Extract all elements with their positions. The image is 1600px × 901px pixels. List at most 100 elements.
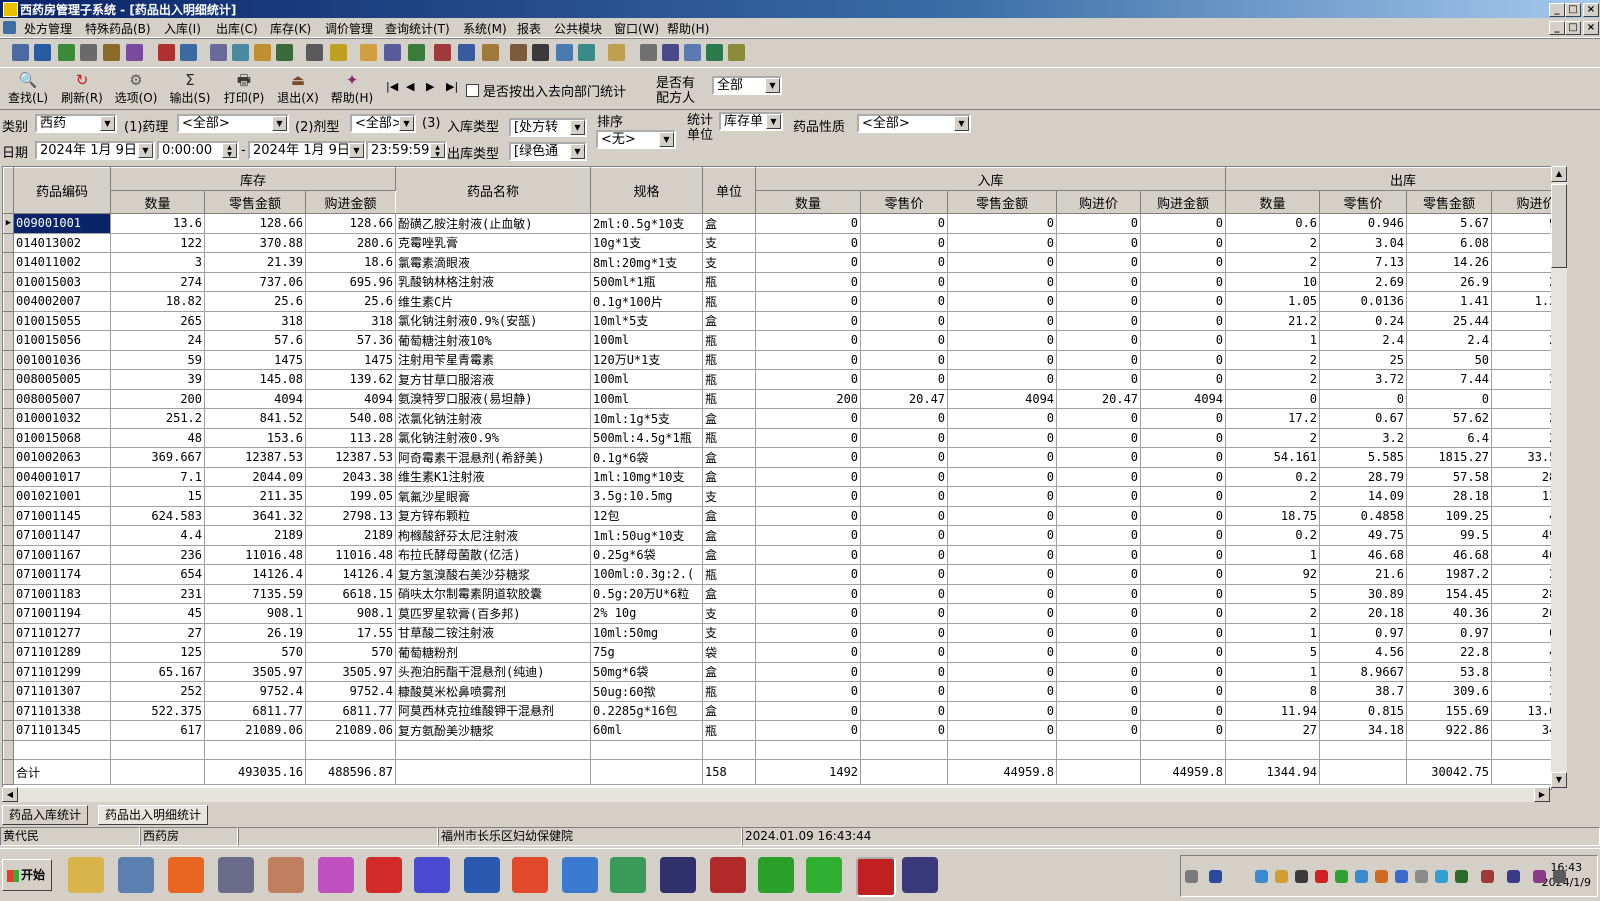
cell-spec[interactable]: 50ug:60揿	[590, 681, 704, 702]
cell-in-retail-amt[interactable]: 0	[947, 213, 1058, 234]
cell-stock-purchase-amt[interactable]: 139.62	[304, 369, 397, 390]
cell-out-retail-price[interactable]: 4.56	[1319, 642, 1408, 663]
flower-app-icon[interactable]	[318, 857, 354, 893]
cell-drug-code[interactable]: 071101277	[13, 622, 111, 643]
col-in-qty[interactable]: 数量	[755, 190, 862, 214]
row-indicator[interactable]	[3, 252, 14, 273]
cell-out-qty[interactable]: 54.161	[1225, 447, 1321, 468]
cell-out-qty[interactable]: 0.2	[1225, 466, 1321, 487]
cell-stock-qty[interactable]: 231	[110, 583, 205, 604]
table-row[interactable]: 071101277 27 26.19 17.55 甘草酸二铵注射液 10ml:50mg 支 0…	[3, 622, 1551, 643]
cell-stock-qty[interactable]: 27	[110, 622, 205, 643]
cell-out-qty[interactable]: 0.6	[1225, 213, 1321, 234]
cell-stock-retail-amt[interactable]: 3641.32	[204, 505, 306, 526]
refresh-button[interactable]: ↻ 刷新(R)	[56, 72, 108, 106]
cell-in-qty[interactable]: 0	[755, 505, 862, 526]
cell-in-purchase-amt[interactable]	[1140, 739, 1227, 760]
horizontal-scrollbar[interactable]: ◀ ▶	[2, 787, 1550, 802]
col-stock-purchase-amt[interactable]: 购进金额	[304, 190, 397, 214]
tray-icon[interactable]	[1355, 870, 1368, 883]
cell-drug-code[interactable]: 071001194	[13, 603, 111, 624]
table-row[interactable]: 071101338 522.375 6811.77 6811.77 阿莫西林克拉维酸钾干…	[3, 700, 1551, 721]
cell-unit[interactable]	[702, 739, 757, 760]
cell-in-retail-amt[interactable]	[947, 739, 1058, 760]
cell-drug-name[interactable]	[395, 759, 592, 785]
cell-stock-retail-amt[interactable]: 2189	[204, 525, 306, 546]
cell-stock-qty[interactable]: 4.4	[110, 525, 205, 546]
cell-in-purchase-price[interactable]: 0	[1056, 661, 1142, 682]
avatar-app-icon[interactable]	[268, 857, 304, 893]
cell-in-qty[interactable]: 0	[755, 427, 862, 448]
cell-stock-purchase-amt[interactable]: 6618.15	[304, 583, 397, 604]
cell-drug-name[interactable]: 氯霉素滴眼液	[395, 252, 592, 273]
cell-in-retail-price[interactable]: 0	[860, 213, 949, 234]
toolbar-tool-icon[interactable]	[384, 44, 401, 61]
cell-in-retail-price[interactable]: 0	[860, 330, 949, 351]
cell-in-retail-price[interactable]: 0	[860, 603, 949, 624]
explorer-folder-icon[interactable]	[68, 857, 104, 893]
cell-drug-name[interactable]: 阿奇霉素干混悬剂(希舒美)	[395, 447, 592, 468]
table-row[interactable]: 071101299 65.167 3505.97 3505.97 头孢泊肟酯干混悬剂(纯…	[3, 661, 1551, 682]
cell-drug-code[interactable]: 010015003	[13, 271, 111, 292]
drug-detail-grid[interactable]: 药品编码 库存 药品名称 规格 单位 入库 出库 数量 零售金额 购进金额 数量…	[2, 166, 1552, 790]
cell-in-qty[interactable]: 1492	[755, 759, 862, 785]
cell-stock-purchase-amt[interactable]: 318	[304, 310, 397, 331]
cell-out-purchase-price[interactable]: 6.2	[1491, 252, 1551, 273]
menu-stock-in[interactable]: 入库(I)	[164, 20, 201, 37]
property-select[interactable]: <全部> ▼	[857, 114, 971, 133]
cell-in-retail-price[interactable]: 0	[860, 310, 949, 331]
cell-in-purchase-price[interactable]: 0	[1056, 349, 1142, 370]
printer-button[interactable]: 🖶 打印(P)	[218, 72, 270, 106]
mdi-restore-button[interactable]: □	[1565, 21, 1581, 35]
col-spec[interactable]: 规格	[590, 167, 704, 214]
cell-out-retail-amt[interactable]: 1.41	[1406, 291, 1493, 312]
cell-drug-name[interactable]: 浓氯化钠注射液	[395, 408, 592, 429]
cell-out-purchase-price[interactable]: 0	[1491, 388, 1551, 409]
cell-stock-retail-amt[interactable]: 737.06	[204, 271, 306, 292]
cell-stock-retail-amt[interactable]: 153.6	[204, 427, 306, 448]
crystal-app-icon[interactable]	[414, 857, 450, 893]
scroll-down-icon[interactable]: ▼	[1551, 772, 1567, 788]
cell-out-retail-amt[interactable]: 309.6	[1406, 681, 1493, 702]
cell-out-retail-amt[interactable]: 155.69	[1406, 700, 1493, 721]
cell-out-qty[interactable]: 0	[1225, 388, 1321, 409]
cell-drug-code[interactable]	[13, 739, 111, 760]
vertical-scrollbar[interactable]: ▲ ▼	[1551, 166, 1567, 788]
cell-stock-qty[interactable]: 65.167	[110, 661, 205, 682]
toolbar-tool-icon[interactable]	[34, 44, 51, 61]
cell-out-retail-price[interactable]	[1319, 739, 1408, 760]
cell-in-purchase-amt[interactable]: 0	[1140, 564, 1227, 585]
cell-spec[interactable]: 1ml:10mg*10支	[590, 466, 704, 487]
cell-stock-purchase-amt[interactable]: 695.96	[304, 271, 397, 292]
cell-stock-retail-amt[interactable]: 21.39	[204, 252, 306, 273]
cell-spec[interactable]: 50mg*6袋	[590, 661, 704, 682]
clock[interactable]: 16:43 2024/1/9	[1542, 860, 1591, 890]
scroll-right-icon[interactable]: ▶	[1534, 787, 1550, 802]
cell-spec[interactable]: 0.5g:20万U*6粒	[590, 583, 704, 604]
cell-spec[interactable]: 100ml	[590, 388, 704, 409]
cell-out-qty[interactable]: 17.2	[1225, 408, 1321, 429]
cell-in-purchase-amt[interactable]: 0	[1140, 720, 1227, 741]
cell-out-qty[interactable]: 2	[1225, 252, 1321, 273]
cell-in-purchase-price[interactable]: 0	[1056, 505, 1142, 526]
cell-out-purchase-price[interactable]: 28.65	[1491, 583, 1551, 604]
cell-unit[interactable]: 支	[702, 252, 757, 273]
cell-stock-purchase-amt[interactable]: 570	[304, 642, 397, 663]
cell-out-retail-amt[interactable]: 57.58	[1406, 466, 1493, 487]
cell-out-purchase-price[interactable]: 34.18	[1491, 720, 1551, 741]
cell-stock-qty[interactable]: 13.6	[110, 213, 205, 234]
cell-spec[interactable]: 10ml:1g*5支	[590, 408, 704, 429]
cell-unit[interactable]: 盒	[702, 583, 757, 604]
row-indicator[interactable]	[3, 408, 14, 429]
row-indicator[interactable]	[3, 564, 14, 585]
cell-in-retail-amt[interactable]: 0	[947, 505, 1058, 526]
cell-out-retail-price[interactable]: 0	[1319, 388, 1408, 409]
cell-in-qty[interactable]: 0	[755, 720, 862, 741]
cell-in-qty[interactable]: 0	[755, 349, 862, 370]
cell-in-retail-amt[interactable]: 0	[947, 583, 1058, 604]
cell-out-purchase-price[interactable]: 3.58	[1491, 369, 1551, 390]
cell-drug-code[interactable]: 008005005	[13, 369, 111, 390]
row-indicator[interactable]	[3, 291, 14, 312]
cell-out-retail-amt[interactable]: 922.86	[1406, 720, 1493, 741]
cell-in-retail-price[interactable]: 0	[860, 681, 949, 702]
